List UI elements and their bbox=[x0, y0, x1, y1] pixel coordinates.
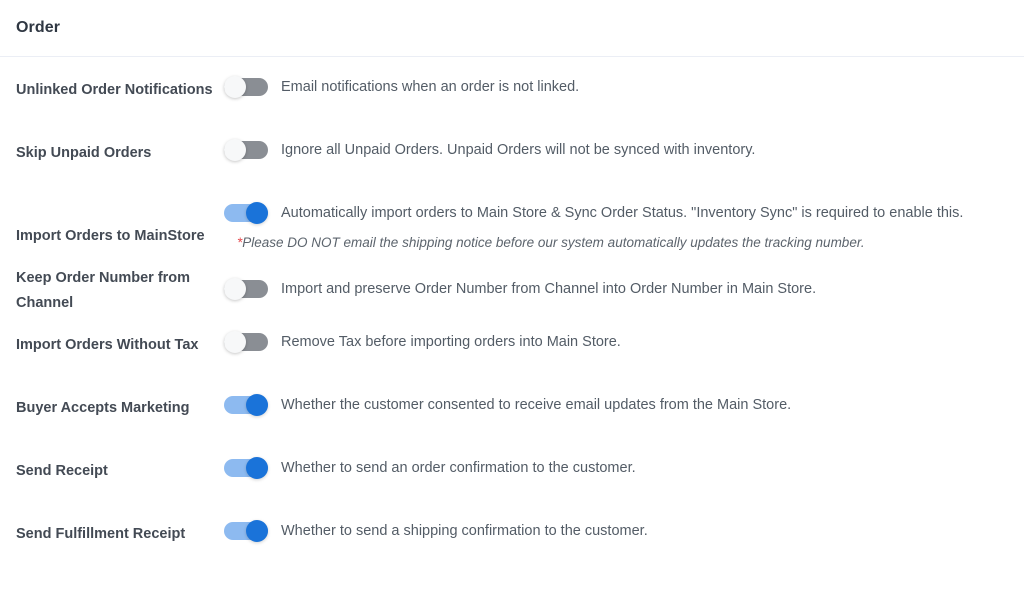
control-line: Remove Tax before importing orders into … bbox=[224, 331, 1024, 353]
toggle-send-receipt[interactable] bbox=[224, 457, 268, 479]
setting-description: Whether to send an order confirmation to… bbox=[281, 460, 636, 476]
setting-label: Keep Order Number from Channel bbox=[16, 270, 191, 311]
toggle-knob-icon bbox=[246, 394, 268, 416]
setting-control: Email notifications when an order is not… bbox=[224, 76, 1024, 98]
control-line: Import and preserve Order Number from Ch… bbox=[224, 278, 1024, 300]
control-line: Automatically import orders to Main Stor… bbox=[224, 202, 1024, 224]
page-title: Order bbox=[16, 19, 61, 36]
toggle-unlinked-order-notifications[interactable] bbox=[224, 76, 268, 98]
setting-description: Automatically import orders to Main Stor… bbox=[281, 205, 964, 221]
setting-description: Remove Tax before importing orders into … bbox=[281, 334, 621, 350]
setting-control: Whether to send a shipping confirmation … bbox=[224, 520, 1024, 542]
setting-note-text: Please DO NOT email the shipping notice … bbox=[242, 235, 865, 250]
toggle-knob-icon bbox=[224, 331, 246, 353]
toggle-import-orders-to-mainstore[interactable] bbox=[224, 202, 268, 224]
setting-row: Buyer Accepts Marketing Whether the cust… bbox=[0, 394, 1024, 457]
setting-row: Keep Order Number from Channel Import an… bbox=[0, 266, 1024, 331]
control-line: Ignore all Unpaid Orders. Unpaid Orders … bbox=[224, 139, 1024, 161]
toggle-keep-order-number-from-channel[interactable] bbox=[224, 278, 268, 300]
setting-label: Import Orders Without Tax bbox=[16, 337, 199, 353]
toggle-knob-icon bbox=[224, 278, 246, 300]
setting-control: Whether to send an order confirmation to… bbox=[224, 457, 1024, 479]
control-line: Whether the customer consented to receiv… bbox=[224, 394, 1024, 416]
toggle-knob-icon bbox=[224, 76, 246, 98]
toggle-buyer-accepts-marketing[interactable] bbox=[224, 394, 268, 416]
panel-header: Order bbox=[0, 0, 1024, 57]
setting-note: *Please DO NOT email the shipping notice… bbox=[237, 233, 1024, 253]
toggle-send-fulfillment-receipt[interactable] bbox=[224, 520, 268, 542]
setting-control: Ignore all Unpaid Orders. Unpaid Orders … bbox=[224, 139, 1024, 161]
settings-list: Unlinked Order Notifications Email notif… bbox=[0, 57, 1024, 583]
setting-description: Whether to send a shipping confirmation … bbox=[281, 523, 648, 539]
setting-label: Import Orders to MainStore bbox=[16, 228, 205, 244]
setting-row: Skip Unpaid Orders Ignore all Unpaid Ord… bbox=[0, 139, 1024, 202]
setting-label: Buyer Accepts Marketing bbox=[16, 400, 190, 416]
toggle-knob-icon bbox=[246, 520, 268, 542]
control-line: Whether to send a shipping confirmation … bbox=[224, 520, 1024, 542]
setting-row: Send Receipt Whether to send an order co… bbox=[0, 457, 1024, 520]
order-settings-panel: Order Unlinked Order Notifications Email… bbox=[0, 0, 1024, 606]
setting-row: Import Orders Without Tax Remove Tax bef… bbox=[0, 331, 1024, 394]
setting-label: Unlinked Order Notifications bbox=[16, 82, 213, 98]
setting-control: Whether the customer consented to receiv… bbox=[224, 394, 1024, 416]
control-line: Email notifications when an order is not… bbox=[224, 76, 1024, 98]
setting-description: Whether the customer consented to receiv… bbox=[281, 397, 792, 413]
setting-control: Automatically import orders to Main Stor… bbox=[224, 202, 1024, 253]
setting-label: Send Fulfillment Receipt bbox=[16, 526, 186, 542]
toggle-knob-icon bbox=[246, 202, 268, 224]
setting-control: Remove Tax before importing orders into … bbox=[224, 331, 1024, 353]
setting-row: Import Orders to MainStore Automatically… bbox=[0, 202, 1024, 266]
setting-description: Import and preserve Order Number from Ch… bbox=[281, 281, 817, 297]
setting-control: Import and preserve Order Number from Ch… bbox=[224, 266, 1024, 300]
toggle-knob-icon bbox=[246, 457, 268, 479]
setting-description: Ignore all Unpaid Orders. Unpaid Orders … bbox=[281, 142, 756, 158]
setting-row: Unlinked Order Notifications Email notif… bbox=[0, 76, 1024, 139]
setting-label: Send Receipt bbox=[16, 463, 108, 479]
setting-description: Email notifications when an order is not… bbox=[281, 79, 580, 95]
setting-label: Skip Unpaid Orders bbox=[16, 145, 152, 161]
toggle-skip-unpaid-orders[interactable] bbox=[224, 139, 268, 161]
control-line: Whether to send an order confirmation to… bbox=[224, 457, 1024, 479]
toggle-knob-icon bbox=[224, 139, 246, 161]
setting-row: Send Fulfillment Receipt Whether to send… bbox=[0, 520, 1024, 583]
toggle-import-orders-without-tax[interactable] bbox=[224, 331, 268, 353]
